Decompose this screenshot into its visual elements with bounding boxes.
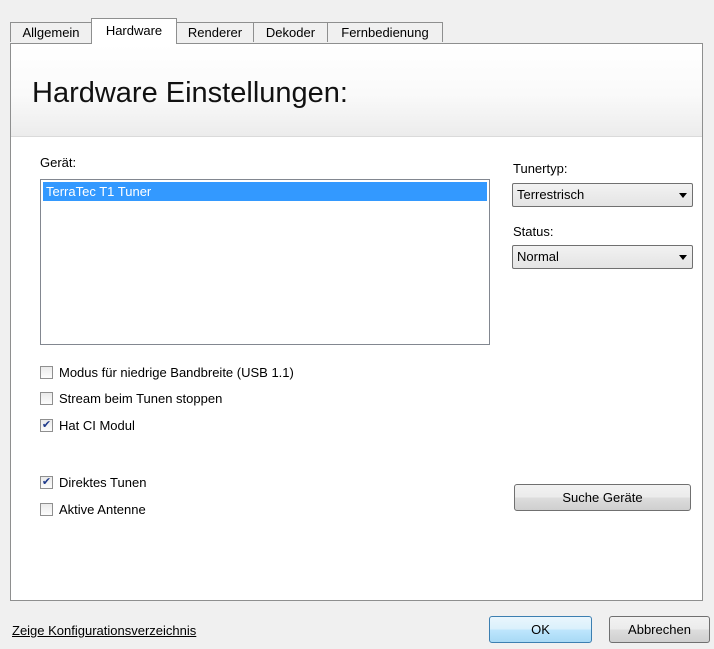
tab-fernbedienung[interactable]: Fernbedienung <box>327 22 443 42</box>
checkbox-ci-module[interactable]: ✔ <box>40 419 53 432</box>
status-select[interactable]: Normal <box>512 245 693 269</box>
option-active-antenna-label: Aktive Antenne <box>59 502 146 517</box>
tuner-type-value: Terrestrisch <box>517 187 585 202</box>
tuner-type-select[interactable]: Terrestrisch <box>512 183 693 207</box>
chevron-down-icon <box>679 193 687 198</box>
search-devices-button[interactable]: Suche Geräte <box>514 484 691 511</box>
cancel-button[interactable]: Abbrechen <box>609 616 710 643</box>
checkbox-direct-tuning[interactable]: ✔ <box>40 476 53 489</box>
page-title: Hardware Einstellungen: <box>32 77 348 109</box>
device-listbox[interactable]: TerraTec T1 Tuner <box>40 179 490 345</box>
status-value: Normal <box>517 249 559 264</box>
checkbox-stop-stream[interactable] <box>40 392 53 405</box>
tab-dekoder[interactable]: Dekoder <box>253 22 328 42</box>
config-directory-link[interactable]: Zeige Konfigurationsverzeichnis <box>12 623 196 638</box>
option-direct-tuning-label: Direktes Tunen <box>59 475 147 490</box>
ok-button[interactable]: OK <box>489 616 592 643</box>
tab-renderer[interactable]: Renderer <box>176 22 254 42</box>
checkbox-active-antenna[interactable] <box>40 503 53 516</box>
chevron-down-icon <box>679 255 687 260</box>
device-label: Gerät: <box>40 155 77 170</box>
checkbox-low-bandwidth[interactable] <box>40 366 53 379</box>
option-low-bandwidth-label: Modus für niedrige Bandbreite (USB 1.1) <box>59 365 294 380</box>
tuner-type-label: Tunertyp: <box>513 161 568 176</box>
option-stop-stream-label: Stream beim Tunen stoppen <box>59 391 223 406</box>
header-band: Hardware Einstellungen: <box>11 44 702 137</box>
hardware-panel: Hardware Einstellungen: Gerät: TerraTec … <box>10 43 703 601</box>
tab-hardware[interactable]: Hardware <box>91 18 177 44</box>
option-ci-module-label: Hat CI Modul <box>59 418 135 433</box>
status-label: Status: <box>513 224 554 239</box>
tab-allgemein[interactable]: Allgemein <box>10 22 92 42</box>
device-list-item[interactable]: TerraTec T1 Tuner <box>43 182 487 201</box>
